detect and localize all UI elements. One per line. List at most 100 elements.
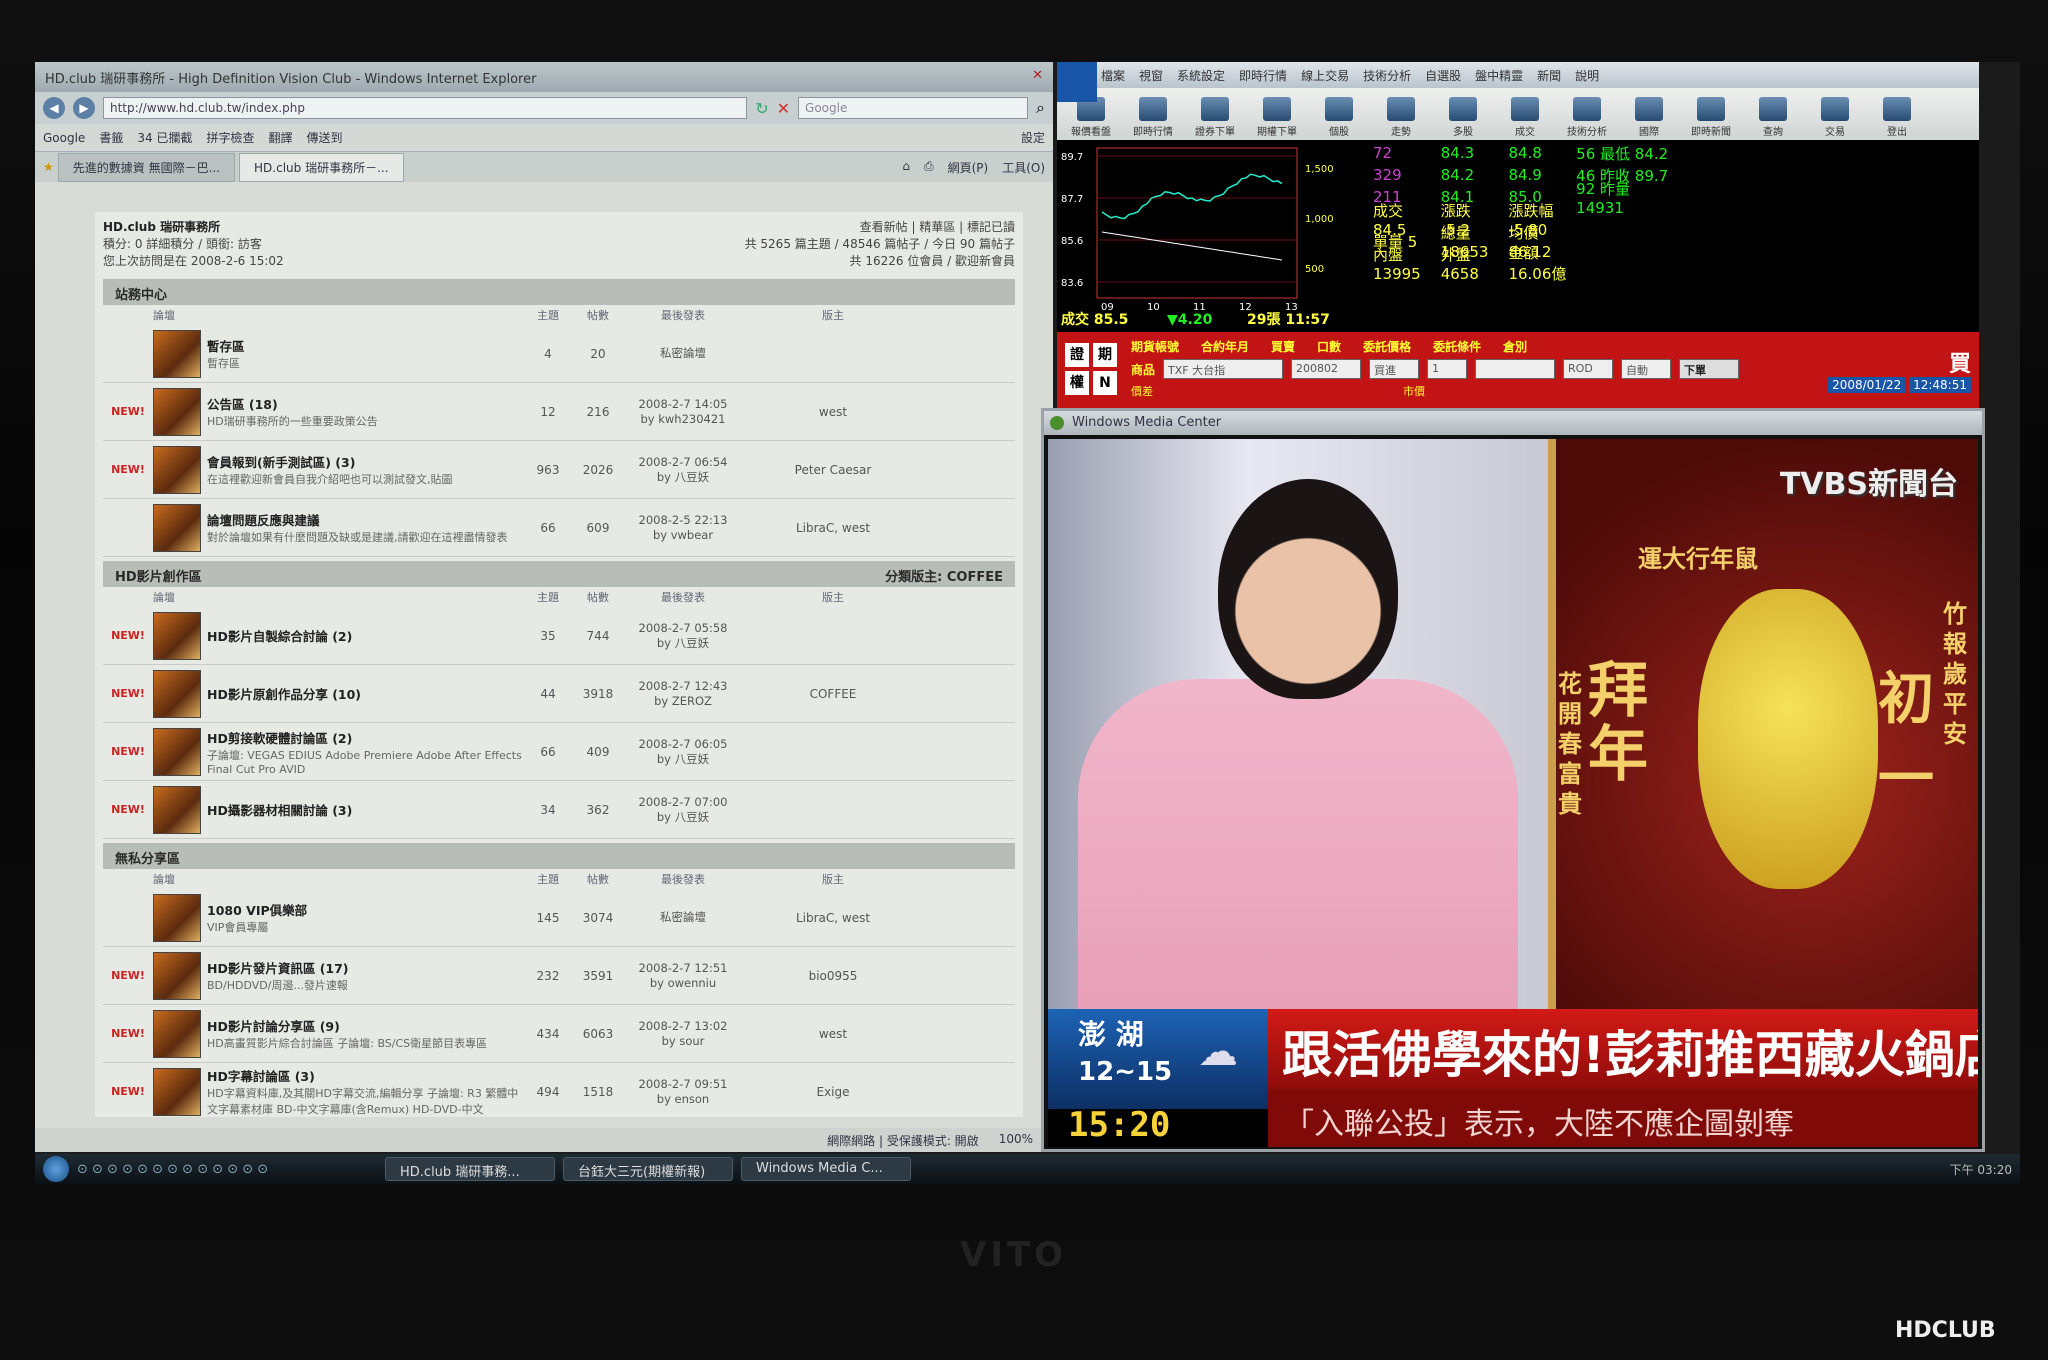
favorites-star-icon[interactable]: ★: [43, 160, 54, 174]
order-type-key[interactable]: 權: [1065, 370, 1089, 395]
last-post[interactable]: 2008-2-7 06:05 by 八豆妖: [623, 737, 743, 767]
order-type-key[interactable]: N: [1093, 370, 1117, 395]
stock-menu-item[interactable]: 新聞: [1537, 67, 1561, 84]
stock-toolbar-button[interactable]: 走勢: [1373, 97, 1429, 138]
stock-toolbar-button[interactable]: 即時行情: [1125, 97, 1181, 138]
forum-name[interactable]: HD影片自製綜合討論 (2): [207, 626, 352, 645]
stock-menu-item[interactable]: 視窗: [1139, 67, 1163, 84]
spread-checkbox[interactable]: 價差: [1131, 383, 1153, 399]
moderators[interactable]: COFFEE: [743, 687, 923, 701]
taskbar-ie[interactable]: HD.club 瑞研事務...: [385, 1157, 555, 1181]
tray-clock[interactable]: 下午 03:20: [1950, 1161, 2012, 1178]
toolbar-item[interactable]: 書籤: [99, 129, 123, 146]
stock-menu-item[interactable]: 盤中精靈: [1475, 67, 1523, 84]
stock-menu-item[interactable]: 線上交易: [1301, 67, 1349, 84]
toolbar-item[interactable]: 設定: [1021, 129, 1045, 146]
last-post[interactable]: 2008-2-7 09:51 by enson: [623, 1077, 743, 1107]
forum-name[interactable]: 1080 VIP俱樂部: [207, 900, 307, 919]
section-header[interactable]: HD影片創作區 分類版主: COFFEE: [103, 561, 1015, 587]
quick-launch-icon[interactable]: ⊙ ⊙ ⊙ ⊙ ⊙ ⊙ ⊙ ⊙ ⊙ ⊙ ⊙ ⊙ ⊙: [77, 1162, 377, 1177]
url-input[interactable]: http://www.hd.club.tw/index.php: [103, 97, 748, 119]
last-post[interactable]: 2008-2-7 05:58 by 八豆妖: [623, 621, 743, 651]
toolbar-item[interactable]: 傳送到: [306, 129, 342, 146]
last-post[interactable]: 2008-2-7 07:00 by 八豆妖: [623, 795, 743, 825]
stock-toolbar-button[interactable]: 個股: [1311, 97, 1367, 138]
page-menu[interactable]: 網頁(P): [948, 159, 989, 176]
stock-toolbar-button[interactable]: 報價看盤: [1063, 97, 1119, 138]
toolbar-item[interactable]: 34 已攔截: [137, 129, 192, 146]
toolbar-item[interactable]: 翻譯: [268, 129, 292, 146]
last-post[interactable]: 私密論壇: [623, 346, 743, 361]
search-input[interactable]: Google: [798, 97, 1029, 119]
stock-toolbar-button[interactable]: 即時新聞: [1683, 97, 1739, 138]
stock-toolbar-button[interactable]: 期權下單: [1249, 97, 1305, 138]
last-post[interactable]: 2008-2-7 13:02 by sour: [623, 1019, 743, 1049]
stock-menu-item[interactable]: 說明: [1575, 67, 1599, 84]
tab-1[interactable]: 先進的數據資 無國際－巴...: [57, 153, 236, 182]
stop-icon[interactable]: ✕: [777, 99, 790, 118]
month-select[interactable]: 200802: [1291, 359, 1362, 379]
home-icon[interactable]: ⌂: [902, 159, 910, 176]
close-icon[interactable]: ✕: [1032, 68, 1043, 86]
print-icon[interactable]: ⎙: [924, 159, 934, 176]
side-select[interactable]: 買進: [1369, 359, 1420, 379]
forward-icon[interactable]: ▶: [73, 97, 95, 119]
refresh-icon[interactable]: ↻: [755, 99, 768, 118]
stock-menu-item[interactable]: 檔案: [1101, 67, 1125, 84]
moderators[interactable]: bio0955: [743, 969, 923, 983]
stock-menu-item[interactable]: 即時行情: [1239, 67, 1287, 84]
market-checkbox[interactable]: 市價: [1403, 383, 1425, 399]
last-post[interactable]: 2008-2-7 12:43 by ZEROZ: [623, 679, 743, 709]
forum-name[interactable]: 論壇問題反應與建議: [207, 510, 508, 529]
moderators[interactable]: Exige: [743, 1085, 923, 1099]
stock-toolbar-button[interactable]: 登出: [1869, 97, 1925, 138]
forum-name[interactable]: 暫存區: [207, 336, 245, 355]
section-header[interactable]: 無私分享區: [103, 843, 1015, 869]
start-button[interactable]: [43, 1156, 69, 1182]
stock-toolbar-button[interactable]: 交易: [1807, 97, 1863, 138]
moderators[interactable]: west: [743, 1027, 923, 1041]
forum-name[interactable]: HD剪接軟硬體討論區 (2): [207, 728, 523, 747]
forum-name[interactable]: 會員報到(新手測試區) (3): [207, 452, 453, 471]
moderators[interactable]: LibraC, west: [743, 911, 923, 925]
taskbar-wmc[interactable]: Windows Media C...: [741, 1157, 911, 1181]
tab-2[interactable]: HD.club 瑞研事務所－...: [239, 153, 404, 182]
stock-menu-item[interactable]: 自選股: [1425, 67, 1461, 84]
stock-toolbar-button[interactable]: 成交: [1497, 97, 1553, 138]
forum-name[interactable]: HD影片原創作品分享 (10): [207, 684, 361, 703]
header-links[interactable]: 查看新帖 | 精華區 | 標記已讀: [860, 220, 1015, 234]
stock-toolbar-button[interactable]: 查詢: [1745, 97, 1801, 138]
last-post[interactable]: 2008-2-5 22:13 by vwbear: [623, 513, 743, 543]
submit-order-button[interactable]: 下單: [1679, 359, 1740, 379]
stock-toolbar-button[interactable]: 多股: [1435, 97, 1491, 138]
forum-name[interactable]: HD攝影器材相關討論 (3): [207, 800, 352, 819]
forum-name[interactable]: HD影片討論分享區 (9): [207, 1016, 487, 1035]
last-post[interactable]: 2008-2-7 14:05 by kwh230421: [623, 397, 743, 427]
product-select[interactable]: TXF 大台指: [1163, 359, 1284, 379]
section-header[interactable]: 站務中心: [103, 279, 1015, 305]
stock-menu-item[interactable]: 系統設定: [1177, 67, 1225, 84]
order-type-key[interactable]: 證: [1065, 342, 1089, 367]
order-type-key[interactable]: 期: [1093, 342, 1117, 367]
stock-menu-item[interactable]: 技術分析: [1363, 67, 1411, 84]
tools-menu[interactable]: 工具(O): [1002, 159, 1045, 176]
moderators[interactable]: Peter Caesar: [743, 463, 923, 477]
moderators[interactable]: west: [743, 405, 923, 419]
forum-name[interactable]: 公告區 (18): [207, 394, 378, 413]
last-post[interactable]: 私密論壇: [623, 910, 743, 925]
toolbar-item[interactable]: 拼字檢查: [206, 129, 254, 146]
cond-select[interactable]: ROD: [1563, 359, 1614, 379]
forum-name[interactable]: HD字幕討論區 (3): [207, 1066, 523, 1085]
stock-toolbar-button[interactable]: 技術分析: [1559, 97, 1615, 138]
stock-toolbar-button[interactable]: 國際: [1621, 97, 1677, 138]
back-icon[interactable]: ◀: [43, 97, 65, 119]
qty-input[interactable]: 1: [1427, 359, 1468, 379]
price-input[interactable]: [1475, 359, 1556, 379]
forum-name[interactable]: HD影片發片資訊區 (17): [207, 958, 349, 977]
last-post[interactable]: 2008-2-7 06:54 by 八豆妖: [623, 455, 743, 485]
moderators[interactable]: LibraC, west: [743, 521, 923, 535]
toolbar-item[interactable]: Google: [43, 131, 85, 145]
search-icon[interactable]: ⌕: [1036, 98, 1045, 118]
last-post[interactable]: 2008-2-7 12:51 by owenniu: [623, 961, 743, 991]
zoom-level[interactable]: 100%: [999, 1132, 1033, 1148]
